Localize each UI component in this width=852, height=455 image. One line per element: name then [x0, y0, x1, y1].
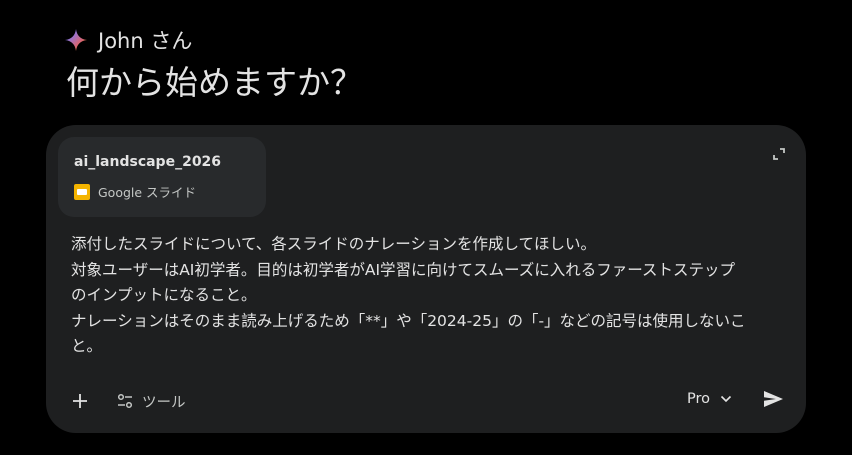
model-selector[interactable]: Pro — [687, 391, 732, 407]
google-slides-icon — [74, 183, 90, 200]
tools-label: ツール — [142, 394, 186, 411]
prompt-input[interactable]: 添付したスライドについて、各スライドのナレーションを作成してほしい。 対象ユーザ… — [71, 232, 781, 360]
attachment-card[interactable]: ai_landscape_2026 Google スライド — [58, 137, 266, 217]
attachment-type-label: Google スライド — [98, 185, 197, 200]
chevron-down-icon — [720, 395, 732, 403]
prompt-composer[interactable]: ai_landscape_2026 Google スライド 添付したスライドにつ… — [46, 125, 806, 433]
add-attachment-button[interactable] — [68, 389, 92, 413]
composer-toolbar-left: ツール — [68, 389, 186, 413]
tools-button[interactable]: ツール — [116, 391, 186, 412]
prompt-line: のインプットになること。 — [71, 286, 257, 304]
page-title: 何から始めますか？ — [66, 63, 363, 102]
model-label: Pro — [686, 391, 710, 407]
prompt-line: ナレーションはそのまま読み上げるため「**」や「2024-25」の「-」などの記… — [71, 311, 746, 330]
greeting-name: John さん — [98, 29, 193, 53]
prompt-line: 対象ユーザーはAI初学者。目的は初学者がAI学習に向けてスムーズに入れるファース… — [71, 260, 735, 279]
send-icon[interactable] — [762, 388, 784, 410]
tools-icon — [117, 393, 133, 409]
expand-icon[interactable] — [772, 147, 786, 161]
greeting-row: John さん — [64, 26, 192, 54]
composer-toolbar-right: Pro — [687, 387, 784, 411]
gemini-sparkle-icon — [65, 29, 87, 51]
attachment-title: ai_landscape_2026 — [74, 154, 222, 170]
plus-icon — [73, 394, 87, 408]
prompt-line: 添付したスライドについて、各スライドのナレーションを作成してほしい。 — [71, 235, 596, 253]
prompt-line: と。 — [71, 337, 103, 355]
attachment-type: Google スライド — [74, 182, 196, 201]
